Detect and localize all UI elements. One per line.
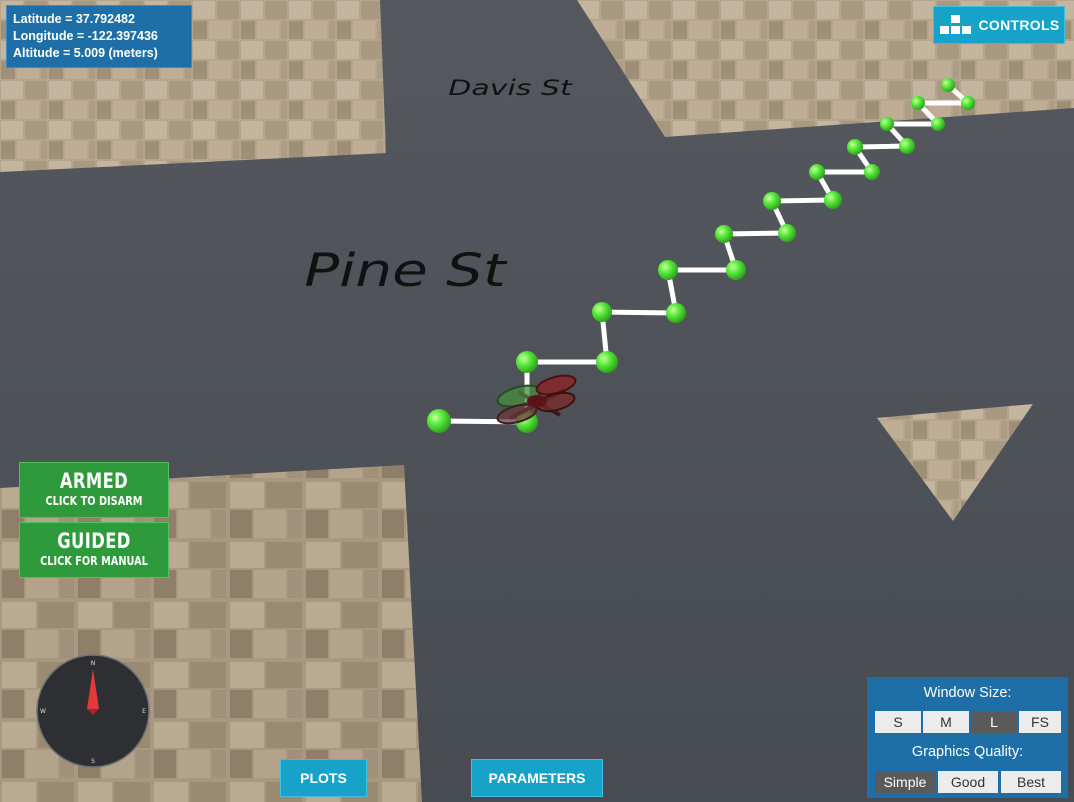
guided-toggle-button[interactable]: GUIDED CLICK FOR MANUAL xyxy=(19,522,169,578)
compass-w: W xyxy=(40,708,46,715)
plots-button[interactable]: PLOTS xyxy=(280,759,367,797)
street-label-pine: Pine St xyxy=(304,245,507,297)
compass-s: S xyxy=(91,758,95,765)
compass: N S E W xyxy=(36,654,150,768)
parameters-button[interactable]: PARAMETERS xyxy=(471,759,603,797)
plots-button-label: PLOTS xyxy=(300,770,347,786)
controls-button[interactable]: CONTROLS xyxy=(933,6,1065,44)
window-size-l[interactable]: L xyxy=(971,711,1017,733)
parameters-button-label: PARAMETERS xyxy=(488,770,586,786)
longitude-readout: Longitude = -122.397436 xyxy=(13,29,158,43)
telemetry-panel: Latitude = 37.792482 Longitude = -122.39… xyxy=(6,5,192,68)
guided-title: GUIDED xyxy=(57,529,131,553)
street-label-davis: Davis St xyxy=(448,76,572,100)
guided-subtitle: CLICK FOR MANUAL xyxy=(40,553,148,568)
armed-subtitle: CLICK TO DISARM xyxy=(45,493,143,508)
graphics-quality-title: Graphics Quality: xyxy=(911,744,1024,760)
compass-n: N xyxy=(91,660,96,667)
armed-toggle-button[interactable]: ARMED CLICK TO DISARM xyxy=(19,462,169,518)
grid-blocks-icon xyxy=(939,14,973,36)
armed-title: ARMED xyxy=(59,469,129,493)
window-size-title: Window Size: xyxy=(923,685,1012,701)
graphics-quality-good[interactable]: Good xyxy=(938,771,998,793)
window-size-m[interactable]: M xyxy=(923,711,969,733)
graphics-quality-best[interactable]: Best xyxy=(1001,771,1061,793)
controls-button-label: CONTROLS xyxy=(978,17,1060,33)
window-size-fs[interactable]: FS xyxy=(1019,711,1061,733)
graphics-quality-simple[interactable]: Simple xyxy=(875,771,935,793)
window-size-s[interactable]: S xyxy=(875,711,921,733)
compass-e: E xyxy=(142,708,146,715)
latitude-readout: Latitude = 37.792482 xyxy=(13,12,135,26)
display-settings-panel: Window Size: S M L FS Graphics Quality: … xyxy=(867,677,1068,798)
altitude-readout: Altitude = 5.009 (meters) xyxy=(13,46,158,60)
